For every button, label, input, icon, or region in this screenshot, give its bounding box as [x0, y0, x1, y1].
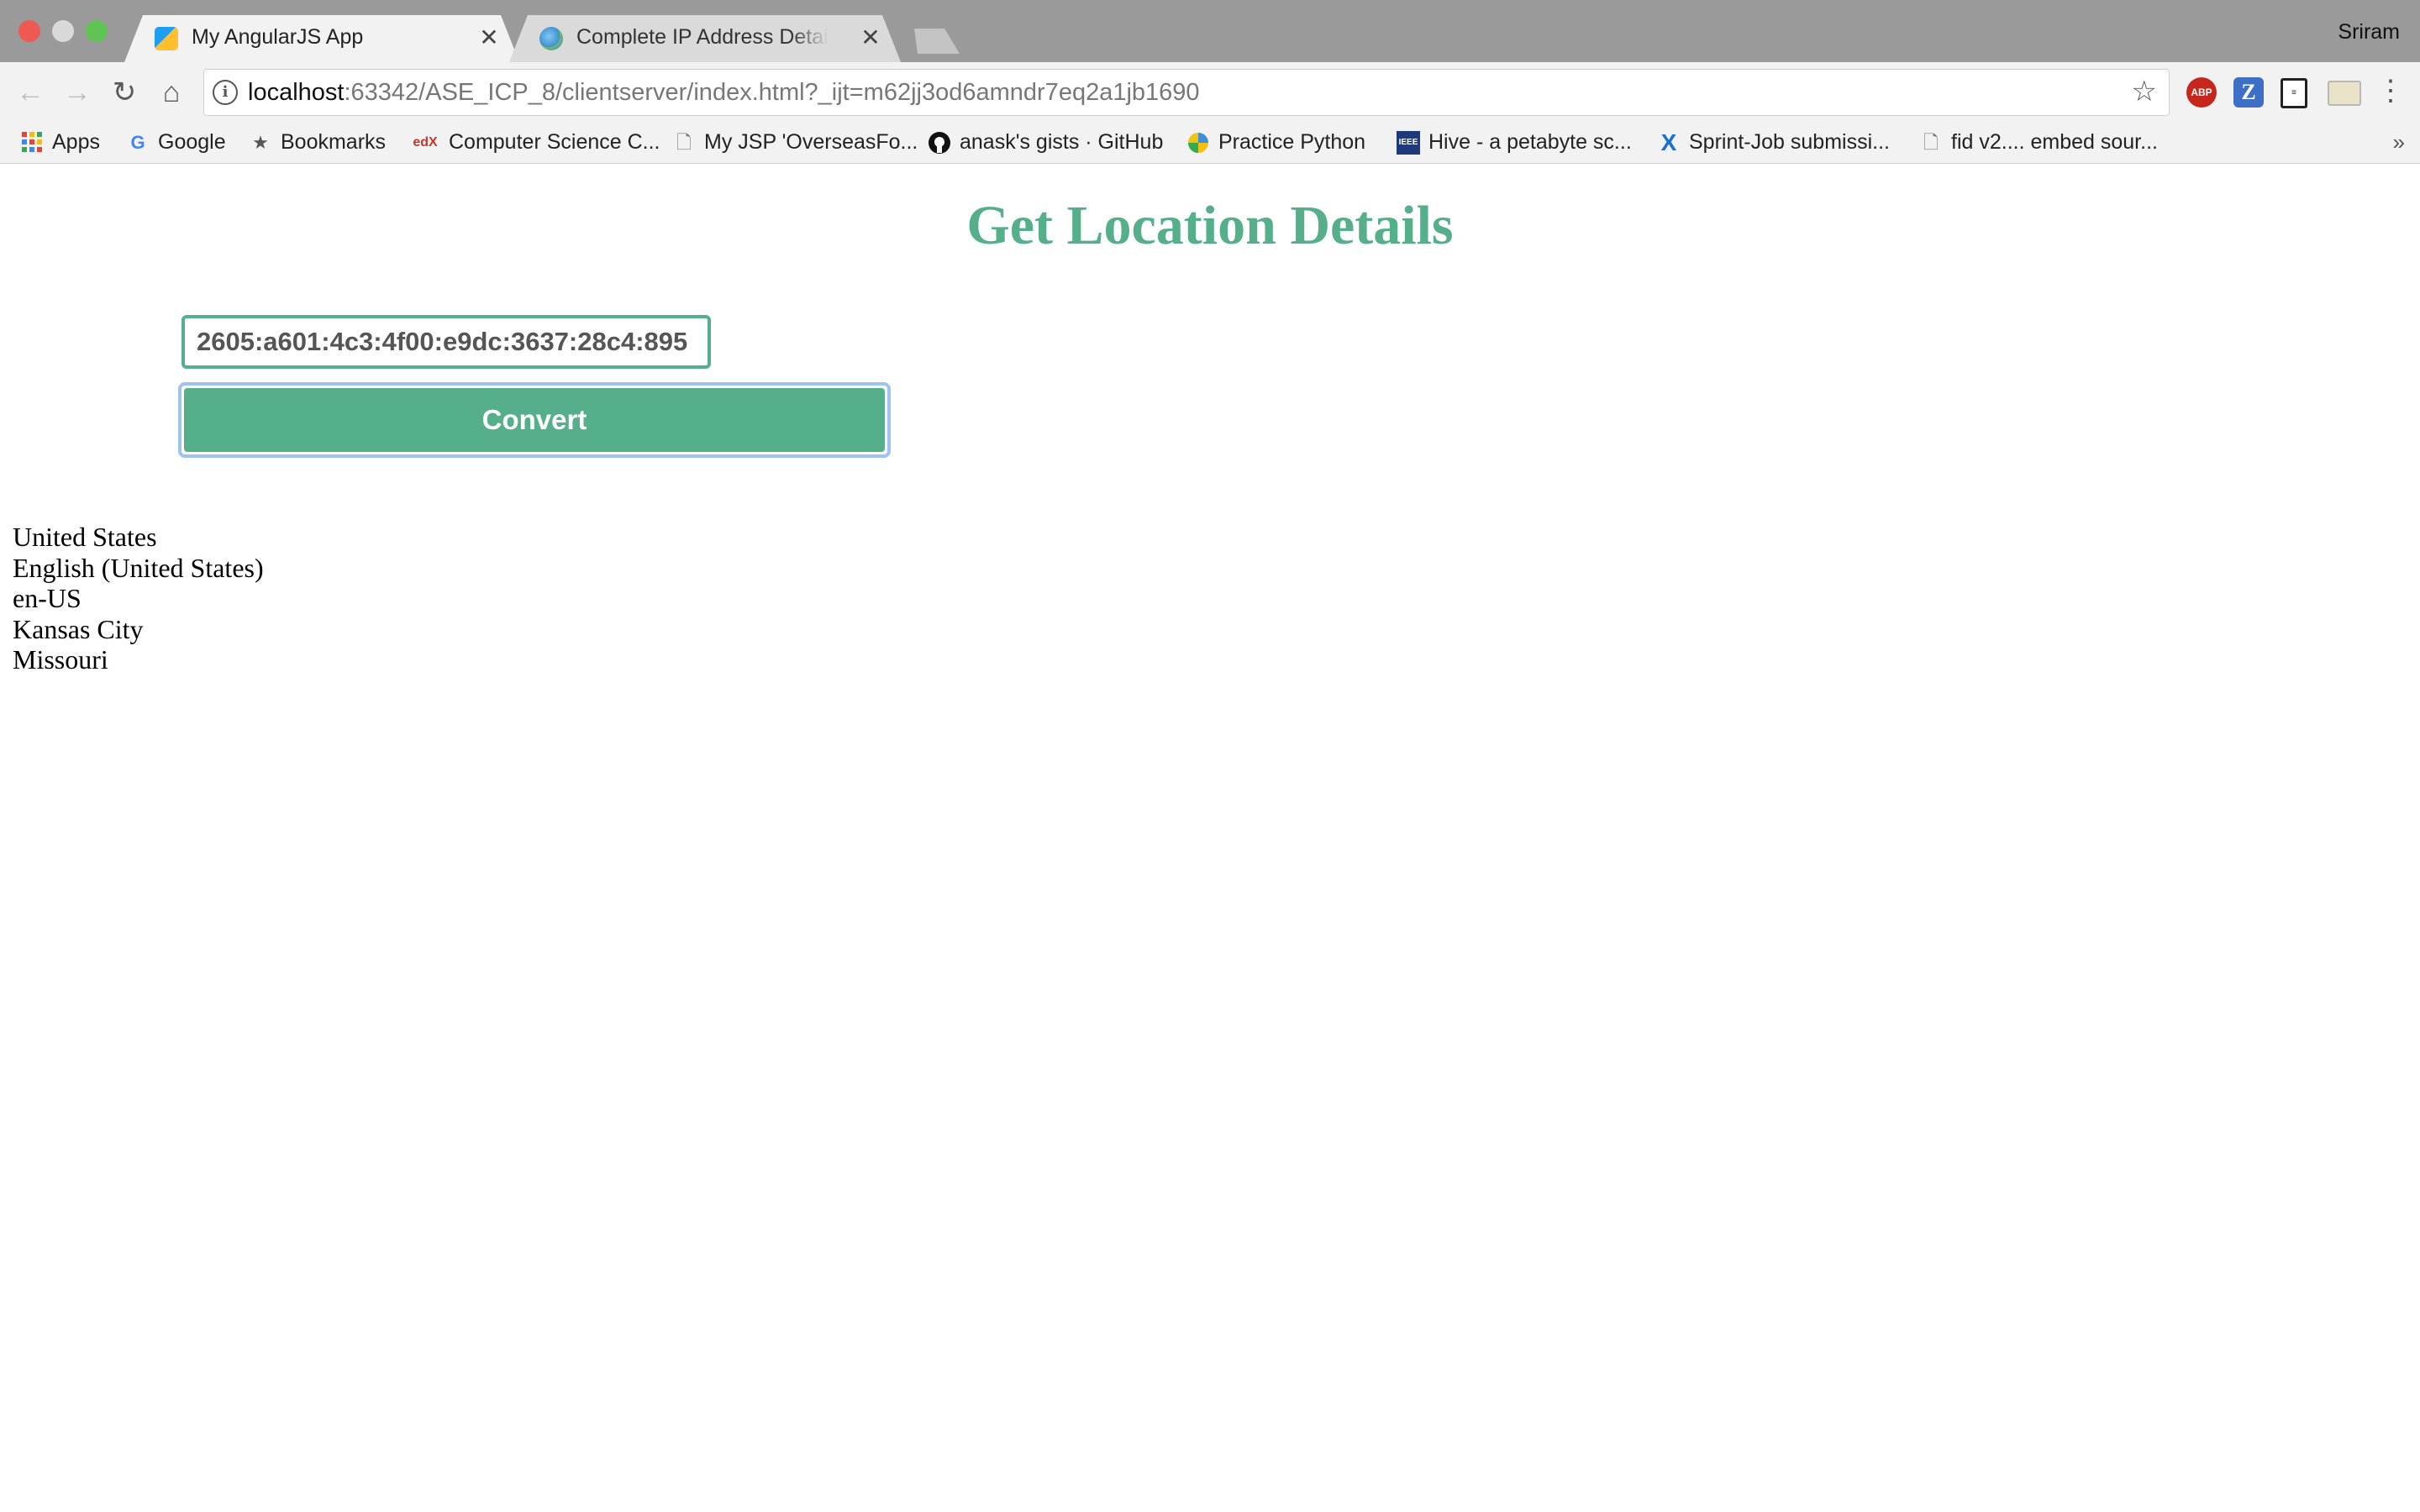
bookmark-apps[interactable]: Apps: [20, 127, 100, 157]
adblock-plus-icon[interactable]: ABP: [2186, 77, 2217, 108]
result-region: Missouri: [13, 644, 108, 675]
bookmark-practice-python[interactable]: Practice Python: [1186, 127, 1365, 157]
result-language: English (United States): [13, 552, 264, 583]
tab-my-angularjs-app[interactable]: My AngularJS App ✕: [124, 15, 519, 62]
location-results: United States English (United States) en…: [13, 522, 264, 675]
bookmark-computer-science[interactable]: edX Computer Science C...: [410, 127, 660, 157]
x-icon: X: [1660, 129, 1677, 156]
result-city: Kansas City: [13, 613, 144, 644]
ieee-icon: IEEE: [1397, 131, 1420, 155]
address-bar[interactable]: i localhost:63342/ASE_ICP_8/clientserver…: [203, 69, 2170, 116]
browser-toolbar: ← → ↻ ⌂ i localhost:63342/ASE_ICP_8/clie…: [0, 62, 2420, 123]
github-icon: [928, 131, 951, 155]
convert-button[interactable]: Convert: [178, 382, 891, 458]
tab-strip: My AngularJS App ✕ Complete IP Address D…: [0, 0, 2420, 62]
window-maximize-button[interactable]: [86, 20, 108, 42]
document-extension-icon[interactable]: ≡: [2281, 78, 2307, 108]
home-icon[interactable]: ⌂: [153, 74, 190, 111]
tab-title: Complete IP Address Details fo: [576, 25, 829, 49]
page-content: Get Location Details Convert United Stat…: [0, 164, 2420, 1512]
forward-arrow-icon[interactable]: →: [59, 74, 96, 111]
profile-name[interactable]: Sriram: [2338, 20, 2400, 45]
bookmark-my-jsp[interactable]: 🗋 My JSP 'OverseasFo...: [672, 127, 918, 157]
tab-close-icon[interactable]: ✕: [477, 24, 501, 51]
new-tab-button[interactable]: [906, 29, 960, 54]
bookmark-google[interactable]: G Google: [126, 127, 225, 157]
tab-close-icon[interactable]: ✕: [859, 24, 882, 51]
page-title: Get Location Details: [966, 195, 1454, 256]
result-locale: en-US: [13, 583, 82, 613]
site-info-icon[interactable]: i: [213, 80, 238, 105]
image-extension-icon[interactable]: [2328, 81, 2361, 106]
bookmark-fid-v2[interactable]: 🗋 fid v2.... embed sour...: [1919, 127, 2158, 157]
url-text[interactable]: localhost:63342/ASE_ICP_8/clientserver/i…: [248, 79, 1200, 107]
bookmarks-overflow-icon[interactable]: »: [2393, 127, 2405, 157]
bookmarks-bar: Apps G Google ★ Bookmarks edX Computer Scie…: [0, 123, 2420, 164]
bookmark-bookmarks[interactable]: ★ Bookmarks: [249, 127, 386, 157]
reload-icon[interactable]: ↻: [106, 74, 143, 111]
ip-address-input[interactable]: [182, 315, 711, 369]
webstorm-icon: [155, 27, 178, 50]
edx-icon: edX: [413, 135, 438, 150]
window-minimize-button[interactable]: [52, 20, 74, 42]
google-icon: G: [130, 132, 145, 154]
bookmark-anask-gists[interactable]: anask's gists · GitHub: [928, 127, 1163, 157]
page-icon: 🗋: [1923, 132, 1939, 154]
practice-python-icon: [1186, 131, 1210, 155]
tab-ip-address-details[interactable]: Complete IP Address Details fo ✕: [509, 15, 901, 62]
chrome-menu-icon[interactable]: ⋮: [2376, 74, 2405, 108]
result-country: United States: [13, 522, 157, 552]
convert-button-label: Convert: [184, 388, 885, 452]
bookmark-star-icon[interactable]: ☆: [2132, 75, 2157, 108]
window-close-button[interactable]: [18, 20, 40, 42]
back-arrow-icon[interactable]: ←: [12, 74, 49, 111]
globe-icon: [539, 27, 563, 50]
bookmark-sprint-job[interactable]: X Sprint-Job submissi...: [1657, 127, 1890, 157]
zotero-icon[interactable]: Z: [2233, 77, 2264, 108]
page-icon: 🗋: [676, 132, 692, 154]
bookmark-hive[interactable]: IEEE Hive - a petabyte sc...: [1397, 127, 1632, 157]
star-icon: ★: [252, 132, 269, 154]
tab-title: My AngularJS App: [192, 25, 364, 49]
apps-grid-icon: [20, 131, 44, 155]
